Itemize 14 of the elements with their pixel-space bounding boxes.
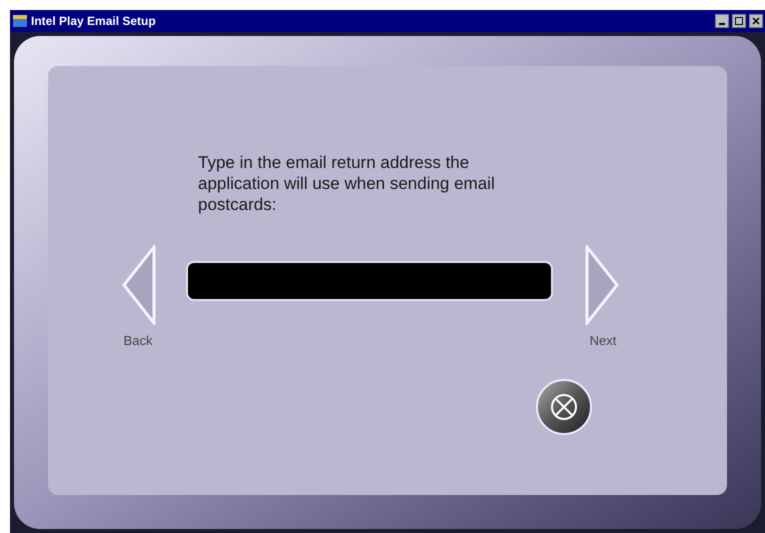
close-icon xyxy=(752,17,760,25)
window-title: Intel Play Email Setup xyxy=(31,13,157,30)
minimize-button[interactable] xyxy=(715,14,729,28)
email-field[interactable] xyxy=(186,261,553,301)
maximize-icon xyxy=(735,17,743,25)
left-arrow-icon xyxy=(120,245,156,325)
next-button[interactable]: Next xyxy=(581,245,625,350)
right-arrow-icon xyxy=(585,245,621,325)
close-button[interactable] xyxy=(749,14,763,28)
prompt-text: Type in the email return address the application will use when sending email postcards: xyxy=(198,152,496,215)
app-icon xyxy=(12,13,28,29)
maximize-button[interactable] xyxy=(732,14,746,28)
close-icon xyxy=(549,392,579,422)
back-button[interactable]: Back xyxy=(116,245,160,350)
